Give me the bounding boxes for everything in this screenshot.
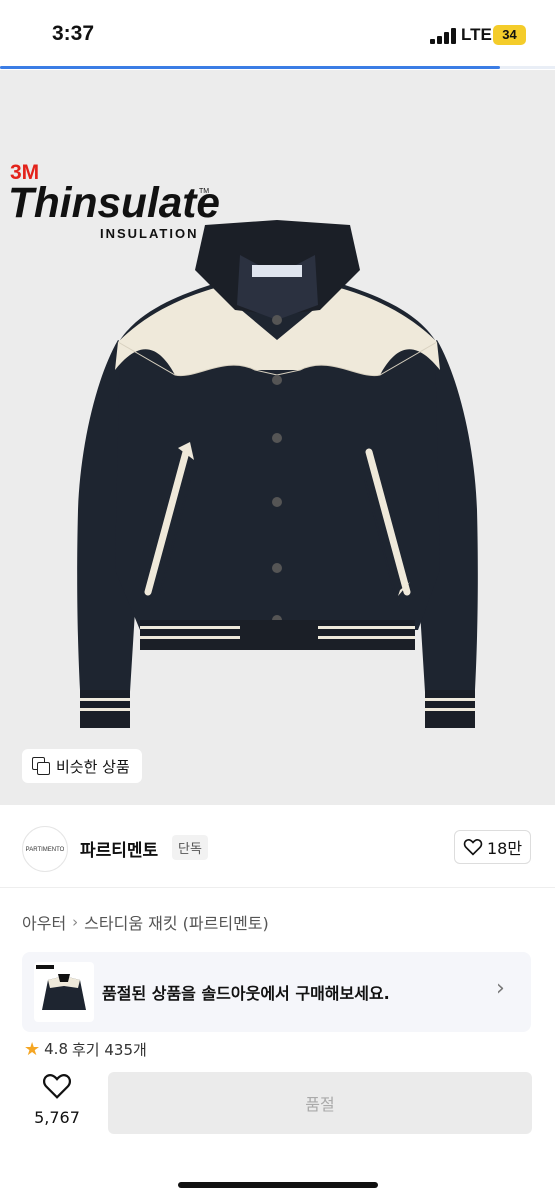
- rating-row[interactable]: ★ 4.8 후기 435개: [24, 1040, 147, 1058]
- similar-products-button[interactable]: 비슷한 상품: [22, 749, 142, 783]
- breadcrumb-separator-icon: ›: [72, 913, 79, 931]
- breadcrumb-product[interactable]: 스타디움 재킷 (파르티멘토): [84, 910, 269, 934]
- exclusive-badge: 단독: [172, 835, 208, 860]
- breadcrumb-category[interactable]: 아우터: [22, 910, 66, 934]
- soldout-promo-banner[interactable]: 품절된 상품을 솔드아웃에서 구매해보세요. ›: [22, 952, 531, 1032]
- logo-thinsulate: Thinsulate: [8, 179, 220, 227]
- jacket-illustration: 3M Thinsulate TM INSULATION: [8, 161, 478, 728]
- brand-name[interactable]: 파르티멘토: [80, 836, 158, 861]
- banner-text: 품절된 상품을 솔드아웃에서 구매해보세요.: [102, 984, 390, 1003]
- rating-score: 4.8: [44, 1040, 68, 1058]
- product-image[interactable]: 3M Thinsulate TM INSULATION: [0, 70, 555, 805]
- signal-icon: [430, 28, 458, 44]
- page-load-progress: [0, 66, 555, 69]
- heart-icon: [463, 839, 483, 856]
- breadcrumb: 아우터 › 스타디움 재킷 (파르티멘토): [22, 910, 269, 934]
- battery-icon: 34: [493, 25, 526, 45]
- jacket-thumbnail-image: [36, 965, 86, 1010]
- sold-out-label: 품절: [305, 1095, 335, 1114]
- wishlist-button[interactable]: 5,767: [28, 1072, 86, 1127]
- page-load-progress-fill: [0, 66, 500, 69]
- copy-icon: [32, 757, 50, 775]
- brand-logo[interactable]: PARTIMENTO: [22, 826, 68, 872]
- battery-level: 34: [502, 27, 517, 42]
- status-bar: 3:37 LTE 34: [0, 0, 555, 66]
- logo-trademark: TM: [199, 188, 209, 195]
- brand-like-count: 18만: [486, 839, 523, 858]
- similar-products-label: 비슷한 상품: [56, 757, 130, 776]
- review-count: 후기 435개: [72, 1040, 147, 1059]
- home-indicator[interactable]: [178, 1182, 378, 1188]
- bottom-purchase-bar: 5,767 품절: [0, 1058, 555, 1200]
- brand-row: PARTIMENTO 파르티멘토 단독 18만: [0, 818, 555, 888]
- wishlist-count: 5,767: [34, 1108, 80, 1127]
- status-time: 3:37: [52, 22, 95, 45]
- network-label: LTE: [461, 25, 492, 44]
- chevron-right-icon: ›: [496, 976, 505, 1001]
- logo-insulation: INSULATION: [100, 226, 198, 241]
- star-icon: ★: [24, 1040, 41, 1058]
- sold-out-button[interactable]: 품절: [108, 1072, 532, 1134]
- heart-icon: [42, 1074, 72, 1099]
- brand-logo-text: PARTIMENTO: [25, 847, 65, 853]
- brand-like-button[interactable]: 18만: [454, 830, 531, 864]
- banner-thumbnail: [34, 962, 94, 1022]
